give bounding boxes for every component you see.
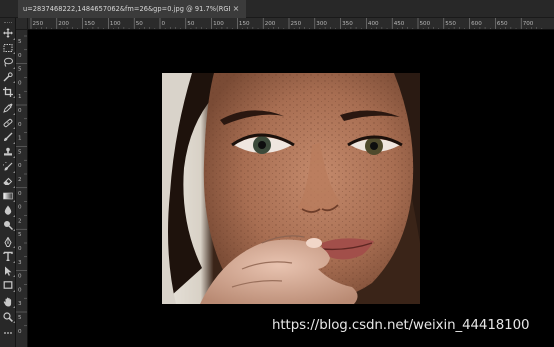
- more-tools[interactable]: [0, 326, 16, 341]
- ruler-label: 150: [84, 21, 95, 27]
- ruler-label: 0: [18, 53, 22, 59]
- arrow-icon: [5, 266, 12, 276]
- quick-select-tool[interactable]: [0, 70, 16, 85]
- vertical-ruler[interactable]: 5 0 5 0 1 0 0 1 5 0 2 0 0 2 5 0 3 0 0 3 5 0: [16, 30, 28, 347]
- stamp-icon: [4, 147, 12, 156]
- marquee-icon: [3, 43, 13, 52]
- ruler-label: 350: [342, 21, 353, 27]
- blur-icon: [4, 205, 12, 216]
- ruler-label: 200: [58, 21, 69, 27]
- healing-brush-tool[interactable]: [0, 116, 16, 131]
- ruler-label: 5: [18, 67, 22, 73]
- ruler-label: 2: [18, 177, 22, 183]
- ruler-label: 0: [18, 287, 22, 293]
- ellipsis-icon: [4, 332, 12, 335]
- ruler-label: 50: [136, 21, 144, 27]
- ruler-label: 0: [18, 163, 22, 169]
- panel-grip[interactable]: [0, 18, 15, 26]
- hand-tool[interactable]: [0, 295, 16, 310]
- zoom-icon: [3, 311, 13, 322]
- brush-icon: [4, 132, 13, 142]
- quick-select-icon: [3, 72, 13, 82]
- ruler-label: 50: [187, 21, 195, 27]
- marquee-tool[interactable]: [0, 41, 16, 56]
- dodge-icon: [4, 221, 13, 231]
- ruler-label: 250: [33, 21, 44, 27]
- gradient-tool[interactable]: [0, 189, 16, 204]
- ruler-label: 250: [291, 21, 302, 27]
- ruler-label: 0: [18, 205, 22, 211]
- pen-icon: [4, 236, 12, 247]
- ruler-label: 500: [420, 21, 431, 27]
- history-brush-tool[interactable]: [0, 159, 16, 174]
- rectangle-icon: [3, 281, 13, 290]
- lasso-tool[interactable]: [0, 55, 16, 70]
- eyedropper-tool[interactable]: [0, 101, 16, 116]
- ruler-label: 5: [18, 232, 22, 238]
- document-tab-title: u=2837468222,1484657062&fm=26&gp=0.jpg @…: [23, 5, 230, 13]
- ruler-label: 1: [18, 136, 22, 142]
- ruler-label: 450: [394, 21, 405, 27]
- watermark-text: https://blog.csdn.net/weixin_44418100: [272, 318, 530, 333]
- eraser-icon: [3, 178, 13, 186]
- eyedropper-icon: [3, 103, 13, 114]
- horizontal-ruler-scale: 250 200 150 100 50 0 50 100 150 200 250 300 350 400 45…: [30, 18, 543, 29]
- crop-icon: [3, 86, 13, 97]
- blur-tool[interactable]: [0, 203, 16, 218]
- ruler-label: 5: [18, 39, 22, 45]
- path-select-tool[interactable]: [0, 264, 16, 279]
- ruler-label: 5: [18, 315, 22, 321]
- ruler-label: 5: [18, 149, 22, 155]
- type-tool[interactable]: [0, 249, 16, 264]
- ruler-label: 3: [18, 260, 22, 266]
- type-icon: [3, 252, 13, 262]
- ruler-label: 300: [316, 21, 327, 27]
- crop-tool[interactable]: [0, 84, 16, 99]
- ruler-label: 3: [18, 301, 22, 307]
- zoom-tool[interactable]: [0, 309, 16, 324]
- lasso-icon: [4, 58, 13, 68]
- ruler-label: 100: [110, 21, 121, 27]
- ruler-label: 0: [18, 80, 22, 86]
- ruler-label: 150: [239, 21, 250, 27]
- eraser-tool[interactable]: [0, 174, 16, 189]
- ruler-label: 0: [18, 108, 22, 114]
- gradient-icon: [3, 192, 13, 200]
- ruler-label: 0: [18, 191, 22, 197]
- portrait-photo: [162, 73, 420, 304]
- brush-tool[interactable]: [0, 130, 16, 145]
- document-tab[interactable]: u=2837468222,1484657062&fm=26&gp=0.jpg @…: [18, 0, 246, 18]
- move-tool[interactable]: [0, 26, 16, 41]
- pen-tool[interactable]: [0, 234, 16, 249]
- ruler-origin[interactable]: [16, 18, 28, 30]
- dodge-tool[interactable]: [0, 218, 16, 233]
- ruler-label: 400: [368, 21, 379, 27]
- vertical-ruler-scale: 5 0 5 0 1 0 0 1 5 0 2 0 0 2 5 0 3 0 0 3 5 0: [16, 35, 27, 335]
- ruler-label: 700: [523, 21, 534, 27]
- ruler-label: 2: [18, 218, 22, 224]
- ruler-label: 650: [497, 21, 508, 27]
- shape-tool[interactable]: [0, 278, 16, 293]
- ruler-label: 1: [18, 94, 22, 100]
- hand-icon: [3, 297, 12, 307]
- move-icon: [3, 28, 13, 39]
- clone-stamp-tool[interactable]: [0, 145, 16, 160]
- document-image[interactable]: [162, 73, 420, 304]
- close-tab-icon[interactable]: ×: [230, 3, 242, 15]
- ruler-label: 550: [445, 21, 456, 27]
- tools-panel: [0, 18, 16, 347]
- ruler-label: 100: [213, 21, 224, 27]
- ruler-label: 0: [18, 274, 22, 280]
- ruler-label: 600: [471, 21, 482, 27]
- ruler-label: 200: [265, 21, 276, 27]
- history-brush-icon: [3, 161, 13, 171]
- bandage-icon: [3, 118, 13, 127]
- ruler-label: 0: [162, 21, 166, 27]
- ruler-label: 0: [18, 329, 22, 335]
- horizontal-ruler[interactable]: 250 200 150 100 50 0 50 100 150 200 250 300 350 400 45…: [28, 18, 554, 30]
- ruler-label: 0: [18, 246, 22, 252]
- document-tab-bar: u=2837468222,1484657062&fm=26&gp=0.jpg @…: [0, 0, 554, 18]
- ruler-label: 0: [18, 122, 22, 128]
